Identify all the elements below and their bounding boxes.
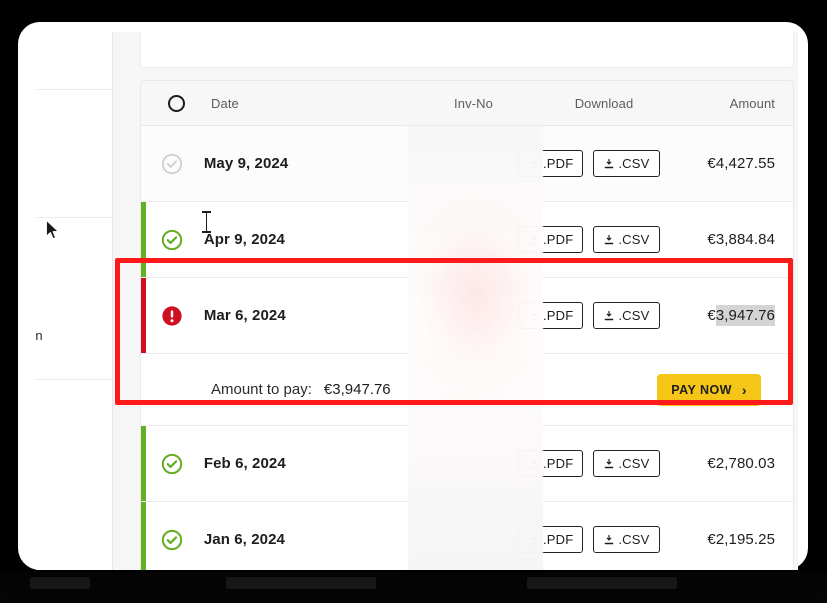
download-icon bbox=[603, 458, 615, 470]
row-status-accent bbox=[141, 126, 146, 201]
taskbar-item-right[interactable] bbox=[527, 577, 677, 589]
row-status-cell[interactable] bbox=[141, 153, 204, 175]
amount-to-pay-value: €3,947.76 bbox=[323, 381, 391, 398]
download-csv-label: .CSV bbox=[618, 308, 650, 323]
invoice-table: Date Inv-No Download Amount May 9, 2024 … bbox=[140, 80, 794, 570]
header-date[interactable]: Date bbox=[211, 96, 386, 111]
amount-currency: € bbox=[707, 307, 716, 324]
sidebar-divider-1 bbox=[36, 89, 113, 90]
row-status-cell[interactable] bbox=[141, 529, 204, 551]
row-date: Feb 6, 2024 bbox=[203, 455, 286, 472]
sidebar-divider-2 bbox=[36, 217, 113, 218]
table-row[interactable]: Feb 6, 2024 .PDF .CSV €2,780.03 bbox=[141, 426, 793, 502]
row-date: Jan 6, 2024 bbox=[203, 531, 285, 548]
download-csv-button[interactable]: .CSV bbox=[593, 450, 660, 477]
download-pdf-button[interactable]: .PDF bbox=[517, 450, 584, 477]
row-amount: €4,427.55 bbox=[707, 155, 776, 172]
download-pdf-label: .PDF bbox=[542, 532, 574, 547]
row-download-cell: .PDF .CSV bbox=[517, 226, 666, 253]
row-amount-selected: €3,947.76 bbox=[666, 305, 793, 326]
download-icon bbox=[528, 458, 540, 470]
table-header-row: Date Inv-No Download Amount bbox=[141, 81, 793, 126]
download-pdf-label: .PDF bbox=[542, 232, 574, 247]
amount-to-pay-row: Amount to pay: €3,947.76 PAY NOW › bbox=[141, 354, 793, 426]
check-circle-gray-icon bbox=[161, 153, 183, 175]
exclamation-circle-red-icon bbox=[161, 305, 183, 327]
row-status-accent bbox=[141, 426, 146, 501]
download-icon bbox=[603, 534, 615, 546]
download-pdf-label: .PDF bbox=[542, 456, 574, 471]
row-amount: €2,195.25 bbox=[707, 531, 776, 548]
row-amount: €2,780.03 bbox=[707, 455, 776, 472]
row-download-cell: .PDF .CSV bbox=[517, 450, 666, 477]
row-date: May 9, 2024 bbox=[203, 155, 289, 172]
chevron-right-icon: › bbox=[741, 381, 747, 398]
download-csv-label: .CSV bbox=[618, 532, 650, 547]
select-all-circle-icon[interactable] bbox=[167, 94, 185, 112]
row-status-cell[interactable] bbox=[141, 305, 204, 327]
download-pdf-button[interactable]: .PDF bbox=[517, 226, 584, 253]
header-download[interactable]: Download bbox=[561, 96, 653, 111]
top-panel-partial bbox=[140, 32, 794, 68]
table-row[interactable]: Mar 6, 2024 .PDF .CSV €3,947.76 bbox=[141, 278, 793, 354]
page-viewport: on Date Inv-No Download Amount bbox=[36, 32, 798, 570]
row-download-cell: .PDF .CSV bbox=[517, 150, 666, 177]
header-status-cell[interactable] bbox=[141, 94, 211, 112]
download-icon bbox=[603, 158, 615, 170]
screen: on Date Inv-No Download Amount bbox=[0, 0, 827, 603]
row-amount: €3,884.84 bbox=[707, 231, 776, 248]
download-pdf-button[interactable]: .PDF bbox=[517, 526, 584, 553]
download-pdf-button[interactable]: .PDF bbox=[517, 302, 584, 329]
row-download-cell: .PDF .CSV bbox=[517, 526, 666, 553]
sidebar-item-label-partial[interactable]: on bbox=[36, 328, 98, 343]
row-status-accent bbox=[141, 278, 146, 353]
row-status-accent bbox=[141, 202, 146, 277]
download-csv-button[interactable]: .CSV bbox=[593, 150, 660, 177]
check-circle-green-icon bbox=[161, 453, 183, 475]
download-icon bbox=[528, 310, 540, 322]
download-csv-label: .CSV bbox=[618, 232, 650, 247]
header-amount[interactable]: Amount bbox=[653, 96, 793, 111]
pay-now-button[interactable]: PAY NOW › bbox=[657, 373, 761, 406]
row-status-accent bbox=[141, 502, 146, 570]
amount-to-pay-label: Amount to pay: bbox=[211, 381, 312, 398]
check-circle-green-icon bbox=[161, 529, 183, 551]
table-row[interactable]: Apr 9, 2024 .PDF .CSV €3,884.84 bbox=[141, 202, 793, 278]
download-icon bbox=[528, 534, 540, 546]
check-circle-green-icon bbox=[161, 229, 183, 251]
download-icon bbox=[603, 234, 615, 246]
browser-window: on Date Inv-No Download Amount bbox=[18, 22, 808, 570]
pay-now-label: PAY NOW bbox=[671, 382, 732, 397]
taskbar-item-left[interactable] bbox=[30, 577, 90, 589]
download-icon bbox=[528, 158, 540, 170]
download-csv-button[interactable]: .CSV bbox=[593, 302, 660, 329]
main-content: Date Inv-No Download Amount May 9, 2024 … bbox=[114, 32, 798, 570]
download-pdf-label: .PDF bbox=[542, 308, 574, 323]
os-taskbar bbox=[0, 571, 827, 603]
taskbar-item-center[interactable] bbox=[226, 577, 376, 589]
sidebar-rail: on bbox=[36, 32, 113, 570]
download-pdf-button[interactable]: .PDF bbox=[517, 150, 584, 177]
row-date: Mar 6, 2024 bbox=[203, 307, 286, 324]
sidebar-divider-3 bbox=[36, 379, 113, 380]
download-csv-label: .CSV bbox=[618, 156, 650, 171]
download-csv-button[interactable]: .CSV bbox=[593, 226, 660, 253]
download-csv-label: .CSV bbox=[618, 456, 650, 471]
row-status-cell[interactable] bbox=[141, 229, 204, 251]
row-status-cell[interactable] bbox=[141, 453, 204, 475]
download-icon bbox=[603, 310, 615, 322]
table-row[interactable]: Jan 6, 2024 .PDF .CSV €2,195.25 bbox=[141, 502, 793, 570]
row-download-cell: .PDF .CSV bbox=[517, 302, 666, 329]
download-pdf-label: .PDF bbox=[542, 156, 574, 171]
row-date: Apr 9, 2024 bbox=[203, 231, 285, 248]
table-row[interactable]: May 9, 2024 .PDF .CSV €4,427.55 bbox=[141, 126, 793, 202]
amount-selection-highlight: 3,947.76 bbox=[715, 305, 776, 326]
header-invoice-no[interactable]: Inv-No bbox=[386, 96, 561, 111]
download-csv-button[interactable]: .CSV bbox=[593, 526, 660, 553]
download-icon bbox=[528, 234, 540, 246]
